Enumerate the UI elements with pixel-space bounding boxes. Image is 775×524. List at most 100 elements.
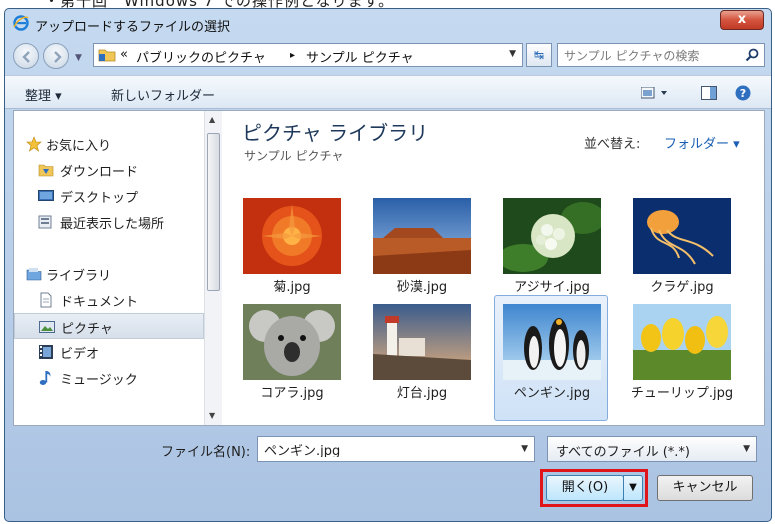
nav-item-videos[interactable]: ビデオ xyxy=(14,339,204,365)
file-tile[interactable]: 砂漠.jpg xyxy=(364,197,478,301)
view-options-icon[interactable] xyxy=(641,87,669,99)
filename-dropdown-icon[interactable]: ▼ xyxy=(521,444,528,454)
organize-menu[interactable]: 整理 ▾ xyxy=(25,85,62,104)
nav-item-desktop[interactable]: デスクトップ xyxy=(14,183,204,209)
scroll-down-icon[interactable]: ▼ xyxy=(209,411,215,420)
library-subtitle: サンプル ピクチャ xyxy=(244,149,344,163)
back-button[interactable] xyxy=(13,43,39,69)
nav-item-music[interactable]: ミュージック xyxy=(14,365,204,391)
hydrangea-thumbnail xyxy=(503,198,601,274)
filename-label: ファイル名(N): xyxy=(161,445,251,460)
command-bar: 整理 ▾ 新しいフォルダー ? xyxy=(5,75,771,109)
documents-icon xyxy=(40,292,52,308)
library-title: ピクチャ ライブラリ xyxy=(242,121,429,145)
desktop-icon xyxy=(38,190,54,201)
videos-icon xyxy=(39,345,53,359)
navigation-pane: お気に入り ダウンロード デスクトップ 最近表示した場所 ライブラリ ドキュメン… xyxy=(14,111,204,425)
nav-item-documents[interactable]: ドキュメント xyxy=(14,287,204,313)
nav-item-pictures[interactable]: ピクチャ xyxy=(14,313,204,339)
history-buttons: ▼ xyxy=(13,43,83,69)
filename-combobox[interactable]: ▼ xyxy=(257,436,535,462)
nav-pictures-label: ピクチャ xyxy=(61,322,113,337)
preview-pane-icon[interactable] xyxy=(701,86,717,100)
nav-libraries[interactable]: ライブラリ xyxy=(14,261,204,287)
filetype-dropdown-icon: ▼ xyxy=(743,444,750,454)
nav-downloads-label: ダウンロード xyxy=(60,165,139,180)
file-name: 砂漠.jpg xyxy=(396,280,448,295)
lighthouse-thumbnail xyxy=(373,304,471,380)
file-name: 灯台.jpg xyxy=(396,386,448,401)
nav-item-downloads[interactable]: ダウンロード xyxy=(14,157,204,183)
file-tile[interactable]: 灯台.jpg xyxy=(364,303,478,407)
open-options-dropdown[interactable]: ▼ xyxy=(623,475,643,501)
dialog-footer: ファイル名(N): ▼ すべてのファイル (*.*) ▼ 開く(O) ▼ キャン… xyxy=(5,427,771,521)
file-name: クラゲ.jpg xyxy=(650,280,714,295)
file-tile[interactable]: 菊.jpg xyxy=(234,197,348,301)
file-name: 菊.jpg xyxy=(273,280,311,295)
file-name: チューリップ.jpg xyxy=(630,386,734,401)
file-tile-selected[interactable]: ペンギン.jpg xyxy=(494,295,608,421)
scrollbar-thumb[interactable] xyxy=(207,133,220,291)
search-icon[interactable] xyxy=(745,48,759,62)
folder-icon xyxy=(98,49,116,62)
desert-thumbnail xyxy=(373,198,471,274)
navigation-bar: ▼ « パブリックのピクチャ ▸ サンプル ピクチャ ▼ ↹ xyxy=(5,40,771,72)
nav-recent-places-label: 最近表示した場所 xyxy=(60,217,165,232)
pictures-icon xyxy=(39,321,55,333)
star-icon xyxy=(26,136,42,152)
nav-libraries-label: ライブラリ xyxy=(46,269,112,284)
filetype-select[interactable]: すべてのファイル (*.*) ▼ xyxy=(547,436,757,462)
address-bar[interactable]: « パブリックのピクチャ ▸ サンプル ピクチャ ▼ xyxy=(93,43,523,67)
jellyfish-thumbnail xyxy=(633,198,731,274)
file-browser-area: お気に入り ダウンロード デスクトップ 最近表示した場所 ライブラリ ドキュメン… xyxy=(13,110,765,426)
new-folder-button[interactable]: 新しいフォルダー xyxy=(111,85,215,104)
nav-item-recent-places[interactable]: 最近表示した場所 xyxy=(14,209,204,235)
koala-thumbnail xyxy=(243,304,341,380)
tulips-thumbnail xyxy=(633,304,731,380)
open-button[interactable]: 開く(O) xyxy=(546,475,624,501)
forward-arrow-icon xyxy=(54,51,62,63)
help-icon[interactable]: ? xyxy=(735,85,751,101)
file-tile[interactable]: チューリップ.jpg xyxy=(624,303,738,429)
svg-text:?: ? xyxy=(740,87,746,100)
scroll-up-icon[interactable]: ▲ xyxy=(209,115,215,124)
refresh-icon: ↹ xyxy=(533,48,545,62)
chrysanthemum-thumbnail xyxy=(243,198,341,274)
address-dropdown-icon[interactable]: ▼ xyxy=(509,49,516,59)
forward-button[interactable] xyxy=(43,43,69,69)
open-dropdown-icon: ▼ xyxy=(629,482,637,493)
filetype-value: すべてのファイル (*.*) xyxy=(556,445,690,460)
nav-music-label: ミュージック xyxy=(60,373,138,388)
window-title: アップロードするファイルの選択 xyxy=(35,20,231,35)
address-prefix[interactable]: « xyxy=(120,47,128,62)
file-tile[interactable]: コアラ.jpg xyxy=(234,303,348,407)
filename-input[interactable] xyxy=(264,441,504,457)
search-box[interactable] xyxy=(557,43,765,67)
file-name: ペンギン.jpg xyxy=(513,386,591,401)
back-arrow-icon xyxy=(22,51,30,63)
nav-documents-label: ドキュメント xyxy=(60,295,139,310)
nav-favorites[interactable]: お気に入り xyxy=(14,131,204,157)
close-button[interactable]: x xyxy=(720,10,764,30)
title-bar: アップロードするファイルの選択 x xyxy=(5,9,771,37)
file-name: コアラ.jpg xyxy=(260,386,324,401)
nav-videos-label: ビデオ xyxy=(60,347,100,362)
arrange-by-dropdown[interactable]: フォルダー ▾ xyxy=(664,133,740,152)
recent-places-icon xyxy=(38,215,52,229)
libraries-icon xyxy=(26,268,42,281)
file-open-dialog: アップロードするファイルの選択 x ▼ « パブリックのピクチャ ▸ サンプル … xyxy=(4,8,772,522)
address-segment-public-pictures[interactable]: パブリックのピクチャ xyxy=(136,47,266,66)
address-segment-sample-pictures[interactable]: サンプル ピクチャ xyxy=(306,47,414,66)
cancel-button[interactable]: キャンセル xyxy=(657,475,753,501)
penguins-thumbnail xyxy=(503,304,601,380)
navigation-scrollbar[interactable]: ▲ ▼ xyxy=(204,111,222,425)
address-separator[interactable]: ▸ xyxy=(290,50,295,61)
file-tile[interactable]: クラゲ.jpg xyxy=(624,197,738,301)
downloads-folder-icon xyxy=(38,164,54,177)
nav-favorites-label: お気に入り xyxy=(46,139,112,154)
recent-pages-dropdown[interactable]: ▼ xyxy=(75,53,82,63)
nav-desktop-label: デスクトップ xyxy=(60,191,139,206)
refresh-button[interactable]: ↹ xyxy=(526,43,552,67)
file-tile[interactable]: アジサイ.jpg xyxy=(494,197,608,301)
search-input[interactable] xyxy=(564,47,734,65)
